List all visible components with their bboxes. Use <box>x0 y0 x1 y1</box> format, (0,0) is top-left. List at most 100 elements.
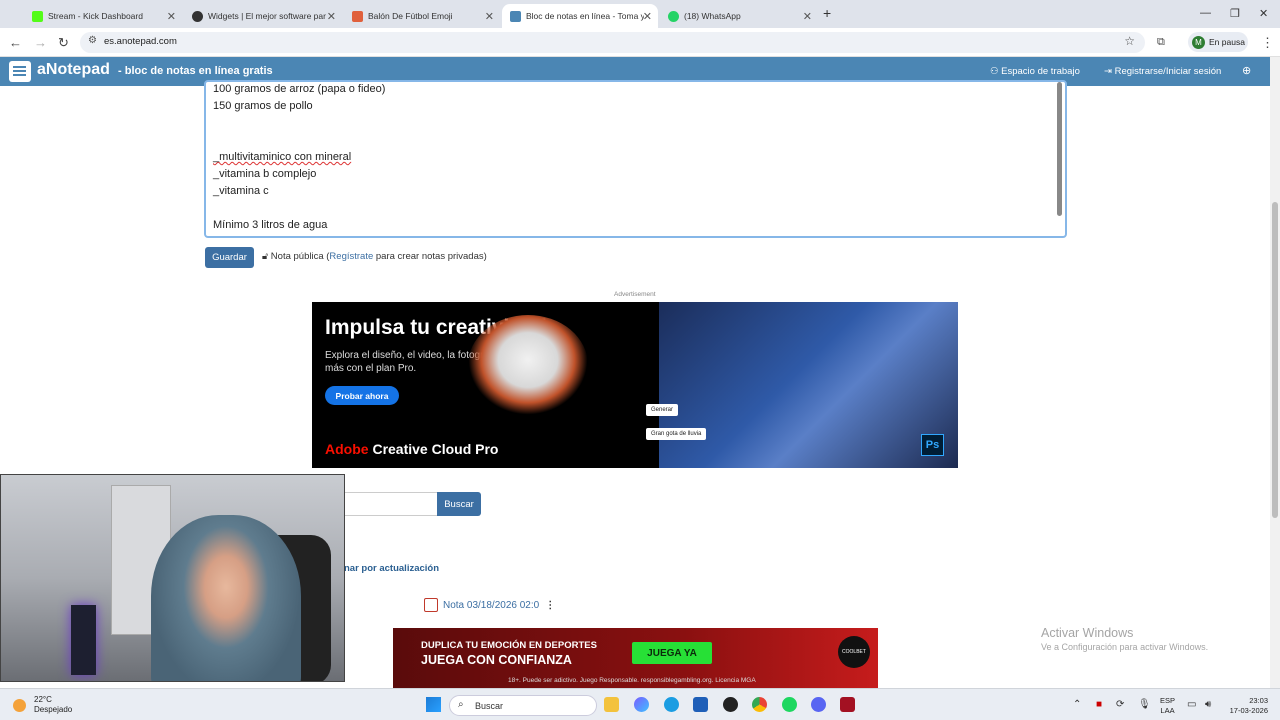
webcam-lamp <box>71 605 96 675</box>
edge-icon[interactable] <box>664 697 679 712</box>
close-icon[interactable]: ✕ <box>803 10 812 23</box>
search-input[interactable] <box>340 492 437 516</box>
note-line: _vitamina c <box>213 185 269 197</box>
note-line: _multivitaminico con mineral <box>213 151 352 163</box>
maximize-icon[interactable]: ❐ <box>1230 7 1240 20</box>
close-icon[interactable]: ✕ <box>485 10 494 23</box>
bet-subheadline: JUEGA CON CONFIANZA <box>421 653 572 667</box>
site-brand[interactable]: aNotepad <box>37 61 110 79</box>
register-link[interactable]: Regístrate <box>329 251 373 262</box>
bet-cta-button[interactable]: JUEGA YA <box>632 642 712 664</box>
site-tagline: - bloc de notas en línea gratis <box>118 65 273 77</box>
forward-icon[interactable]: → <box>34 35 47 50</box>
store-icon[interactable] <box>693 697 708 712</box>
tab-whatsapp[interactable]: (18) WhatsApp ✕ <box>660 4 818 28</box>
unlock-icon: 🔓︎ <box>262 251 269 262</box>
file-explorer-icon[interactable] <box>604 697 619 712</box>
close-icon[interactable]: ✕ <box>327 10 336 23</box>
sort-by-update-link[interactable]: nar por actualización <box>344 563 439 574</box>
volume-icon[interactable]: 🔊︎ <box>1205 699 1211 710</box>
microphone-icon[interactable]: 🎙︎ <box>1138 699 1151 710</box>
taskbar-search[interactable]: ⌕ Buscar <box>449 695 597 716</box>
back-icon[interactable]: ← <box>9 35 22 50</box>
tab-kick[interactable]: Stream - Kick Dashboard ✕ <box>24 4 182 28</box>
workspace-link[interactable]: ⚇ Espacio de trabajo <box>990 66 1080 77</box>
workspace-icon: ⚇ <box>990 66 1002 77</box>
frog-image <box>468 315 588 415</box>
menu-icon[interactable]: ⋮ <box>1261 35 1274 51</box>
calendar-icon <box>424 598 438 612</box>
url-text: es.anotepad.com <box>104 36 177 47</box>
discord-icon[interactable] <box>811 697 826 712</box>
reload-icon[interactable]: ↻ <box>58 35 69 51</box>
notepad-logo-icon[interactable] <box>9 61 31 82</box>
tab-emoji[interactable]: Balón De Fútbol Emoji ✕ <box>344 4 500 28</box>
login-link[interactable]: ⇥ Registrarse/Iniciar sesión <box>1104 66 1221 77</box>
notepad-icon <box>510 10 521 22</box>
time: 23:03 <box>1249 696 1268 705</box>
close-icon[interactable]: ✕ <box>167 10 176 23</box>
ad-brand: Adobe Creative Cloud Pro <box>325 441 498 457</box>
photoshop-icon: Ps <box>921 434 944 456</box>
tab-title: Bloc de notas en línea - Toma y <box>526 11 644 21</box>
search-button[interactable]: Buscar <box>437 492 481 516</box>
note-list-item[interactable]: Nota 03/18/2026 02:0 ⋮ <box>424 598 555 612</box>
copilot-icon[interactable] <box>634 697 649 712</box>
minimize-icon[interactable]: — <box>1200 7 1211 19</box>
ad-brand-red: Adobe <box>325 441 369 457</box>
spotify-icon[interactable] <box>782 697 797 712</box>
tab-anotepad[interactable]: Bloc de notas en línea - Toma y ✕ <box>502 4 658 28</box>
profile-status: En pausa <box>1209 37 1245 47</box>
ad-brand-rest: Creative Cloud Pro <box>368 441 499 457</box>
bet-headline: DUPLICA TU EMOCIÓN EN DEPORTES <box>421 640 597 651</box>
temperature: 22°C <box>34 695 52 704</box>
profile-button[interactable]: M En pausa <box>1188 32 1248 52</box>
brave-icon <box>352 10 363 22</box>
page-scrollbar-thumb[interactable] <box>1272 202 1278 518</box>
tray-sync-icon[interactable]: ⟳ <box>1116 699 1124 710</box>
star-icon[interactable]: ☆ <box>1124 34 1135 48</box>
more-options-icon[interactable]: ⋮ <box>545 600 555 611</box>
note-textarea[interactable]: 100 gramos de arroz (papa o fideo) 150 g… <box>204 80 1067 238</box>
adobe-icon[interactable] <box>840 697 855 712</box>
tab-widgets[interactable]: Widgets | El mejor software para ✕ <box>184 4 342 28</box>
weather-widget[interactable]: 22°C Despejado <box>13 695 72 715</box>
activation-title: Activar Windows <box>1041 626 1134 640</box>
tray-chevron-icon[interactable]: ⌃ <box>1073 699 1081 710</box>
start-icon[interactable] <box>426 697 441 712</box>
kick-icon <box>32 10 43 22</box>
note-item-title: Nota 03/18/2026 02:0 <box>443 599 540 611</box>
new-tab-button[interactable]: + <box>823 5 831 21</box>
note-line: _vitamina b complejo <box>213 168 317 180</box>
ad-label: Advertisement <box>614 291 656 298</box>
close-icon[interactable]: ✕ <box>643 10 652 23</box>
textarea-scrollbar[interactable] <box>1057 82 1062 216</box>
tab-title: (18) WhatsApp <box>684 11 741 21</box>
omnibox[interactable]: ⚙ es.anotepad.com ☆ <box>80 32 1145 53</box>
tray-app-icon[interactable]: ■ <box>1096 699 1102 710</box>
save-button[interactable]: Guardar <box>205 247 254 268</box>
note-line: Mínimo 3 litros de agua <box>213 219 328 231</box>
date: 17-03-2026 <box>1229 706 1268 715</box>
windows-taskbar: 22°C Despejado ⌕ Buscar ⌃ ■ ⟳ 🎙︎ ESP LAA ▭… <box>0 688 1280 720</box>
chrome-icon[interactable] <box>752 697 767 712</box>
whatsapp-icon <box>668 10 679 22</box>
avatar: M <box>1192 35 1205 49</box>
ad-cta-button[interactable]: Probar ahora <box>325 386 399 405</box>
site-info-icon[interactable]: ⚙ <box>88 35 97 46</box>
obs-icon[interactable] <box>723 697 738 712</box>
page-scrollbar[interactable] <box>1270 57 1280 688</box>
network-icon[interactable]: ▭ <box>1187 699 1196 710</box>
adobe-ad[interactable]: Impulsa tu creatividad Explora el diseño… <box>312 302 958 468</box>
tab-title: Widgets | El mejor software para <box>208 11 326 21</box>
globe-icon[interactable]: ⊕ <box>1242 64 1251 77</box>
extensions-icon[interactable]: ⧉ <box>1157 36 1165 49</box>
ad-chip-generate: Generar <box>646 404 679 416</box>
note-line: 100 gramos de arroz (papa o fideo) <box>213 83 386 95</box>
tab-title: Balón De Fútbol Emoji <box>368 11 453 21</box>
language-indicator[interactable]: ESP LAA <box>1160 696 1175 716</box>
widgets-icon <box>192 10 203 22</box>
betting-ad[interactable]: DUPLICA TU EMOCIÓN EN DEPORTES JUEGA CON… <box>393 628 878 688</box>
clock[interactable]: 23:03 17-03-2026 <box>1226 696 1268 716</box>
window-close-icon[interactable]: ✕ <box>1259 7 1268 20</box>
